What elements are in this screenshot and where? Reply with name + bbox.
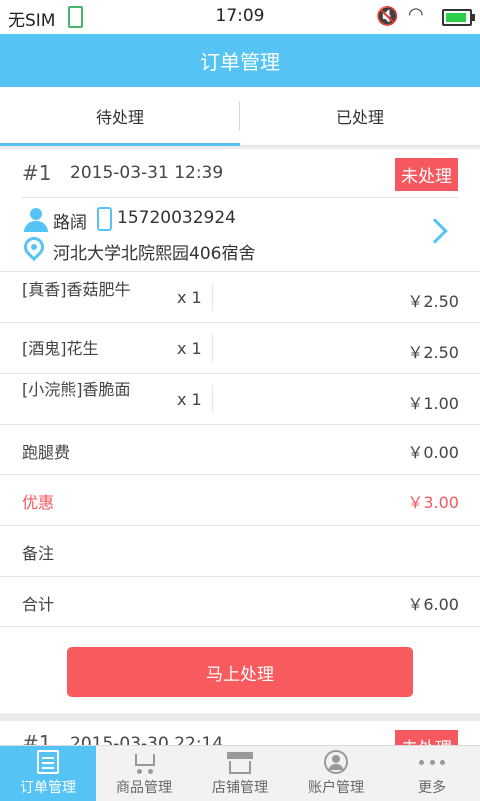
tab-active-indicator [0,143,240,146]
mute-icon: 🔇 [376,6,399,27]
nav-label: 账户管理 [308,780,364,796]
item-name: [真香]香菇肥牛 [22,280,131,299]
item-price: ￥2.50 [407,343,459,362]
item-price: ￥2.50 [407,292,459,311]
bottom-nav: 订单管理 商品管理 店铺管理 账户管理 更多 [0,745,480,801]
person-icon [24,208,48,232]
discount-label: 优惠 [22,493,55,512]
nav-account-management[interactable]: 账户管理 [288,746,384,801]
item-name: [酒鬼]花生 [22,339,99,358]
order-icon [37,750,59,774]
tab-pending[interactable]: 待处理 [0,87,240,145]
total-row: 合计 ￥6.00 [0,577,480,627]
note-label: 备注 [22,544,55,563]
delivery-fee-value: ￥0.00 [407,443,459,462]
note-row: 备注 [0,526,480,576]
customer-address: 河北大学北院熙园406宿舍 [53,244,256,264]
nav-more[interactable]: 更多 [384,746,480,801]
list-item: [小浣熊]香脆面 x 1 ￥1.00 [0,374,480,424]
discount-value: ￥3.00 [407,493,459,512]
location-pin-icon [19,232,49,262]
discount-row: 优惠 ￥3.00 [0,475,480,525]
item-name: [小浣熊]香脆面 [22,380,131,399]
tab-processed[interactable]: 已处理 [240,87,480,145]
customer-name: 路阔 [53,213,87,233]
chevron-right-icon[interactable] [422,218,448,244]
delivery-fee-label: 跑腿费 [22,443,71,462]
nav-label: 订单管理 [20,780,76,796]
customer-info[interactable]: 路阔 15720032924 河北大学北院熙园406宿舍 [0,198,480,272]
customer-phone: 15720032924 [117,208,236,228]
nav-label: 更多 [418,780,446,796]
nav-order-management[interactable]: 订单管理 [0,746,96,801]
list-item: [真香]香菇肥牛 x 1 ￥2.50 [0,272,480,322]
order-card: #1 2015-03-31 12:39 未处理 路阔 15720032924 河… [0,149,480,713]
nav-label: 店铺管理 [212,780,268,796]
divider [0,626,480,627]
order-header: #1 2015-03-31 12:39 未处理 [0,149,480,197]
status-badge: 未处理 [395,158,458,191]
order-number: #1 [22,161,52,185]
total-label: 合计 [22,595,55,614]
list-item: [酒鬼]花生 x 1 ￥2.50 [0,323,480,373]
nav-label: 商品管理 [116,780,172,796]
divider [212,385,213,413]
item-quantity: x 1 [177,339,202,358]
nav-store-management[interactable]: 店铺管理 [192,746,288,801]
status-bar: 无SIM 17:09 🔇 ◠ [0,0,480,34]
process-now-button[interactable]: 马上处理 [67,647,413,697]
cart-icon [131,752,157,774]
account-icon [324,750,348,774]
more-icon [419,750,445,774]
store-icon [227,752,253,774]
order-date: 2015-03-31 12:39 [70,163,224,183]
delivery-fee-row: 跑腿费 ￥0.00 [0,425,480,475]
item-quantity: x 1 [177,288,202,307]
order-tabs: 待处理 已处理 [0,87,480,146]
wifi-icon: ◠ [408,4,424,25]
item-quantity: x 1 [177,390,202,409]
phone-icon [97,207,112,231]
item-price: ￥1.00 [407,394,459,413]
divider [212,334,213,362]
nav-product-management[interactable]: 商品管理 [96,746,192,801]
total-value: ￥6.00 [407,595,459,614]
divider [212,283,213,311]
page-title: 订单管理 [0,34,480,87]
battery-icon [442,9,475,26]
